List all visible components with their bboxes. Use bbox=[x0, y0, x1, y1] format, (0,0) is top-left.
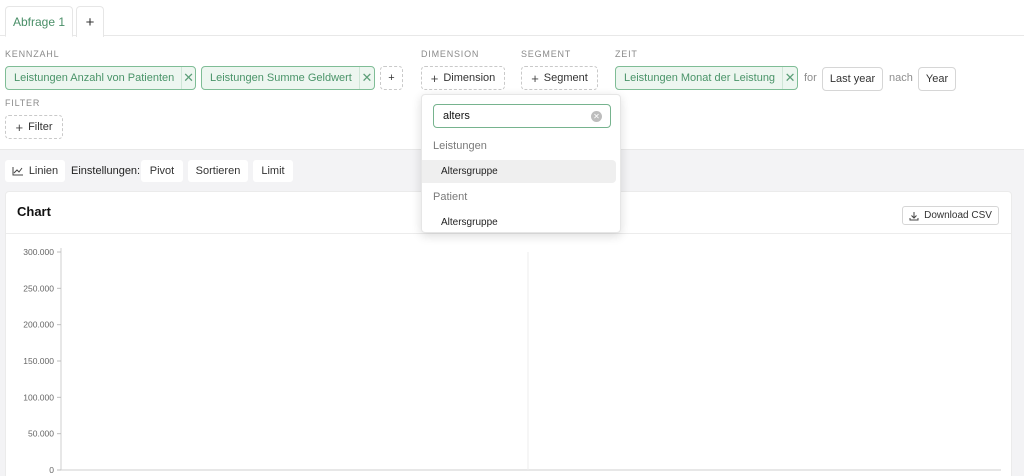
remove-measure-icon[interactable]: ✕ bbox=[181, 67, 195, 89]
kennzahl-label: KENNZAHL bbox=[5, 49, 60, 59]
filter-button-label: Filter bbox=[28, 121, 53, 133]
granularity-select[interactable]: Year bbox=[918, 67, 956, 91]
add-measure-button[interactable]: + bbox=[380, 66, 403, 90]
nach-label: nach bbox=[889, 72, 913, 84]
remove-measure-icon[interactable]: ✕ bbox=[358, 67, 374, 89]
chart-type-label: Linien bbox=[28, 165, 59, 177]
add-filter-button[interactable]: + Filter bbox=[5, 115, 63, 139]
dimension-dropdown: alters ✕ Leistungen Altersgruppe Patient… bbox=[421, 94, 621, 233]
plus-icon: + bbox=[388, 72, 395, 84]
y-tick-label: 100.000 bbox=[23, 392, 54, 402]
dimension-button-label: Dimension bbox=[443, 72, 496, 84]
segment-button-label: Segment bbox=[543, 72, 588, 84]
segment-label: SEGMENT bbox=[521, 49, 572, 59]
option-group-patient: Patient bbox=[433, 191, 468, 203]
measure-chip-label: Leistungen Anzahl von Patienten bbox=[14, 72, 175, 84]
filter-label: FILTER bbox=[5, 98, 41, 108]
dimension-label: DIMENSION bbox=[421, 49, 480, 59]
sort-button[interactable]: Sortieren bbox=[188, 160, 248, 182]
for-label: for bbox=[804, 72, 817, 84]
option-altersgruppe-leistungen[interactable]: Altersgruppe bbox=[422, 160, 616, 183]
plus-icon: + bbox=[15, 119, 24, 135]
option-altersgruppe-patient[interactable]: Altersgruppe bbox=[422, 211, 616, 234]
y-tick-label: 200.000 bbox=[23, 320, 54, 330]
add-dimension-button[interactable]: + Dimension bbox=[421, 66, 505, 90]
pivot-button[interactable]: Pivot bbox=[141, 160, 183, 182]
tab-bar: Abfrage 1 + bbox=[0, 0, 1024, 37]
y-tick-label: 0 bbox=[49, 465, 54, 475]
y-tick-label: 250.000 bbox=[23, 283, 54, 293]
y-tick-label: 150.000 bbox=[23, 356, 54, 366]
settings-label: Einstellungen: bbox=[71, 165, 141, 177]
dimension-search-input[interactable]: alters ✕ bbox=[433, 104, 611, 128]
search-value: alters bbox=[443, 110, 470, 122]
clear-search-icon[interactable]: ✕ bbox=[591, 111, 602, 122]
measure-chip[interactable]: Leistungen Summe Geldwert ✕ bbox=[201, 66, 375, 90]
chart-type-button[interactable]: Linien bbox=[5, 160, 65, 182]
chart-plot: 300.000 250.000 200.000 150.000 100.000 50.00… bbox=[23, 247, 1001, 475]
time-chip-label: Leistungen Monat der Leistung bbox=[624, 72, 776, 84]
measure-chip[interactable]: Leistungen Anzahl von Patienten ✕ bbox=[5, 66, 196, 90]
measure-chip-label: Leistungen Summe Geldwert bbox=[210, 72, 352, 84]
limit-button[interactable]: Limit bbox=[253, 160, 293, 182]
tab-abfrage-1[interactable]: Abfrage 1 bbox=[5, 6, 73, 37]
plus-icon: + bbox=[430, 70, 439, 86]
plus-icon: + bbox=[531, 70, 539, 86]
y-tick-label: 50.000 bbox=[28, 429, 54, 439]
time-dimension-chip[interactable]: Leistungen Monat der Leistung ✕ bbox=[615, 66, 798, 90]
y-tick-label: 300.000 bbox=[23, 247, 54, 257]
add-segment-button[interactable]: + Segment bbox=[521, 66, 598, 90]
zeit-label: ZEIT bbox=[615, 49, 638, 59]
remove-time-icon[interactable]: ✕ bbox=[782, 67, 797, 89]
add-tab-button[interactable]: + bbox=[76, 6, 104, 37]
option-group-leistungen: Leistungen bbox=[433, 140, 487, 152]
date-range-select[interactable]: Last year bbox=[822, 67, 883, 91]
line-chart-icon bbox=[12, 167, 23, 176]
